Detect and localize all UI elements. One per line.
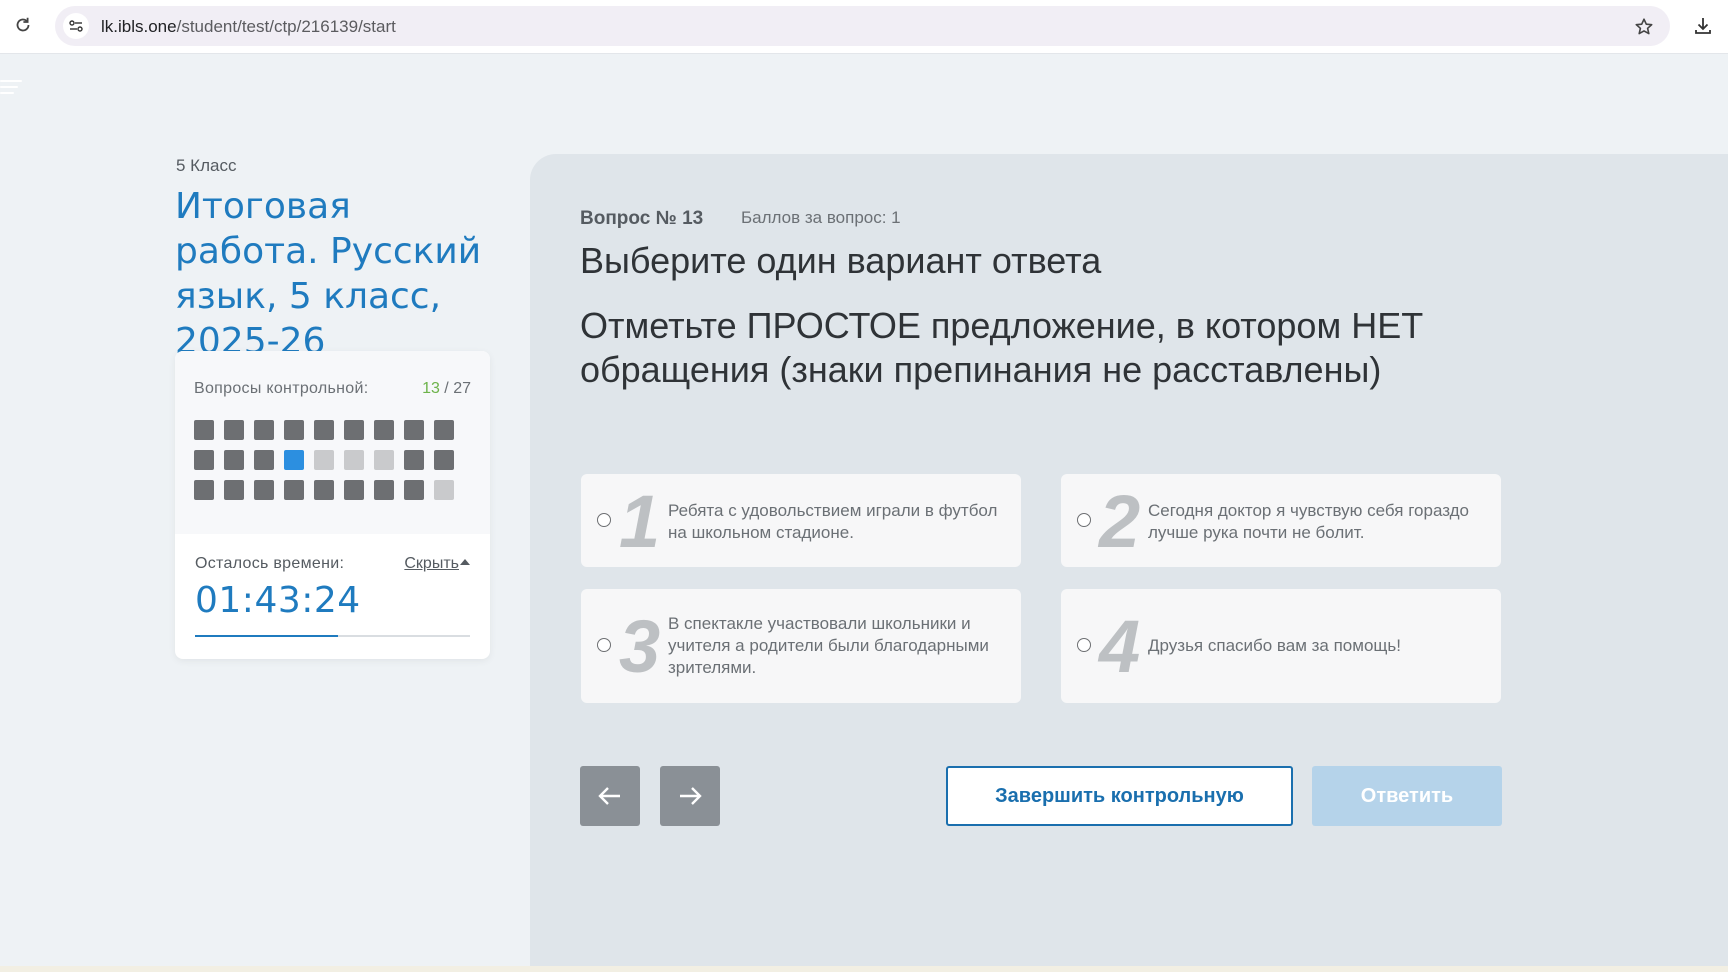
reload-icon[interactable] (10, 12, 36, 38)
question-cell-23[interactable] (314, 480, 334, 500)
count-separator: / (439, 380, 454, 397)
url-text[interactable]: lk.ibls.one/student/test/ctp/216139/star… (101, 17, 396, 37)
url-host: lk.ibls.one (101, 17, 177, 36)
option-number: 4 (1099, 605, 1141, 688)
questions-count: 13 / 27 (422, 380, 471, 398)
radio-button[interactable] (1077, 513, 1091, 527)
question-cell-11[interactable] (224, 450, 244, 470)
timer: 01:43:24 (195, 580, 361, 621)
question-cell-14[interactable] (314, 450, 334, 470)
question-cell-25[interactable] (374, 480, 394, 500)
answer-option-1[interactable]: 1 Ребята с удовольствием играли в футбол… (581, 474, 1021, 567)
caret-up-icon (460, 559, 470, 565)
option-text: В спектакле участвовали школьники и учит… (668, 614, 989, 677)
question-cell-24[interactable] (344, 480, 364, 500)
answer-option-4[interactable]: 4 Друзья спасибо вам за помощь! (1061, 589, 1501, 703)
question-panel: Вопрос № 13 Баллов за вопрос: 1 Выберите… (530, 154, 1728, 972)
option-text: Друзья спасибо вам за помощь! (1148, 636, 1401, 655)
option-number: 2 (1099, 480, 1141, 563)
question-cell-7[interactable] (374, 420, 394, 440)
question-cell-22[interactable] (284, 480, 304, 500)
question-cell-26[interactable] (404, 480, 424, 500)
question-cell-17[interactable] (404, 450, 424, 470)
bottom-strip (0, 966, 1728, 972)
finish-test-button[interactable]: Завершить контрольную (946, 766, 1293, 826)
question-cell-18[interactable] (434, 450, 454, 470)
question-cell-5[interactable] (314, 420, 334, 440)
star-icon[interactable] (1632, 15, 1656, 39)
url-path: /student/test/ctp/216139/start (176, 17, 396, 36)
question-cell-2[interactable] (224, 420, 244, 440)
current-question-count: 13 (422, 380, 440, 397)
browser-toolbar: lk.ibls.one/student/test/ctp/216139/star… (0, 0, 1728, 54)
question-cell-27[interactable] (434, 480, 454, 500)
question-cell-21[interactable] (254, 480, 274, 500)
question-cell-3[interactable] (254, 420, 274, 440)
questions-panel: Вопросы контрольной: 13 / 27 (175, 351, 490, 534)
total-question-count: 27 (453, 380, 471, 397)
option-text: Сегодня доктор я чувствую себя гораздо л… (1148, 501, 1469, 542)
site-info-icon[interactable] (63, 13, 89, 39)
radio-button[interactable] (1077, 638, 1091, 652)
answer-option-3[interactable]: 3 В спектакле участвовали школьники и уч… (581, 589, 1021, 703)
timer-progress-track (195, 635, 470, 637)
hide-label: Скрыть (404, 555, 459, 572)
progress-card: Вопросы контрольной: 13 / 27 Осталось вр… (175, 351, 490, 659)
question-cell-4[interactable] (284, 420, 304, 440)
grade-label: 5 Класс (176, 156, 237, 175)
question-cell-1[interactable] (194, 420, 214, 440)
test-title: Итоговая работа. Русский язык, 5 класс, … (175, 186, 482, 362)
option-number: 3 (619, 605, 661, 688)
option-number: 1 (619, 480, 661, 563)
next-question-button[interactable] (660, 766, 720, 826)
time-remaining-label: Осталось времени: (195, 555, 345, 572)
answer-option-2[interactable]: 2 Сегодня доктор я чувствую себя гораздо… (1061, 474, 1501, 567)
points-label: Баллов за вопрос: 1 (741, 208, 901, 227)
arrow-right-icon (680, 787, 702, 805)
question-cell-10[interactable] (194, 450, 214, 470)
radio-button[interactable] (597, 513, 611, 527)
arrow-left-icon (598, 787, 620, 805)
download-icon[interactable] (1690, 13, 1716, 39)
question-cell-16[interactable] (374, 450, 394, 470)
timer-progress-fill (195, 635, 338, 637)
question-number: Вопрос № 13 (580, 208, 704, 229)
instruction: Выберите один вариант ответа (580, 240, 1102, 281)
question-cell-8[interactable] (404, 420, 424, 440)
questions-label: Вопросы контрольной: (194, 380, 369, 397)
question-cell-15[interactable] (344, 450, 364, 470)
question-cell-19[interactable] (194, 480, 214, 500)
question-cell-12[interactable] (254, 450, 274, 470)
hide-timer-link[interactable]: Скрыть (404, 555, 470, 573)
question-text: Отметьте ПРОСТОЕ предложение, в котором … (580, 305, 1424, 390)
question-cell-13[interactable] (284, 450, 304, 470)
question-cell-6[interactable] (344, 420, 364, 440)
question-cell-20[interactable] (224, 480, 244, 500)
question-cell-9[interactable] (434, 420, 454, 440)
option-text: Ребята с удовольствием играли в футбол н… (668, 501, 998, 542)
menu-icon[interactable] (0, 80, 22, 98)
previous-question-button[interactable] (580, 766, 640, 826)
question-grid (194, 420, 454, 500)
submit-answer-button[interactable]: Ответить (1312, 766, 1502, 826)
address-bar[interactable]: lk.ibls.one/student/test/ctp/216139/star… (55, 6, 1670, 46)
radio-button[interactable] (597, 638, 611, 652)
